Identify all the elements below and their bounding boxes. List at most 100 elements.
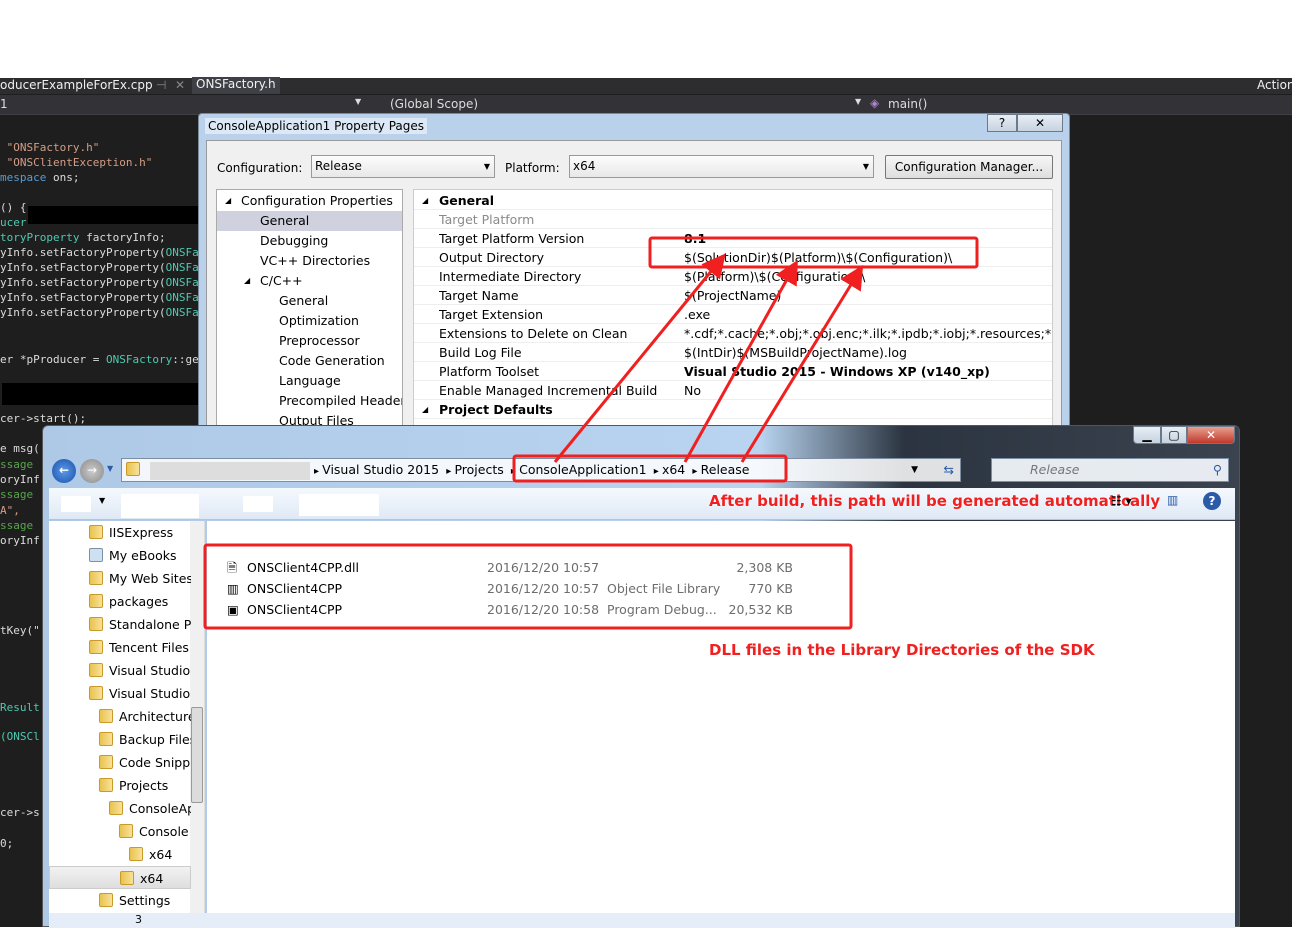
file-row[interactable]: 🗎 ONSClient4CPP.dll 2016/12/20 10:57 2,308 … — [227, 557, 797, 578]
expand-triangle-icon[interactable]: ◢ — [225, 191, 231, 211]
nav-scrollbar[interactable] — [190, 521, 204, 913]
breadcrumb-separator-icon[interactable]: ▸ — [314, 466, 322, 477]
nav-item[interactable]: Projects — [49, 774, 191, 797]
tab-onsfactory-h[interactable]: ONSFactory.h — [192, 77, 280, 94]
search-input[interactable]: Release ⚲ — [991, 458, 1229, 482]
configuration-select[interactable]: Release ▼ — [311, 155, 495, 178]
file-size: 770 KB — [748, 581, 793, 596]
refresh-icon[interactable]: ⇆ — [944, 459, 954, 481]
recent-pages-chevron-icon[interactable]: ▼ — [107, 464, 113, 473]
tree-item[interactable]: ◢ C/C++ — [217, 271, 402, 291]
nav-item[interactable]: Code Snipp — [49, 751, 191, 774]
close-button[interactable]: ✕ — [1017, 114, 1063, 132]
tree-item[interactable]: Precompiled Header — [217, 391, 402, 411]
nav-item[interactable]: ConsoleAp — [49, 797, 191, 820]
nav-item[interactable]: Console — [49, 820, 191, 843]
nav-item[interactable]: My Web Sites — [49, 567, 191, 590]
nav-item[interactable]: Standalone Pr — [49, 613, 191, 636]
breadcrumb-separator-icon[interactable]: ▸ — [651, 466, 662, 477]
file-row[interactable]: ▣ ONSClient4CPP 2016/12/20 10:58 Program De… — [227, 599, 797, 620]
tree-item[interactable]: Optimization — [217, 311, 402, 331]
back-button[interactable]: ← — [52, 459, 76, 483]
file-row[interactable]: ▥ ONSClient4CPP 2016/12/20 10:57 Object Fil… — [227, 578, 797, 599]
nav-item[interactable]: Tencent Files — [49, 636, 191, 659]
property-row[interactable]: Target Extension .exe — [414, 305, 1052, 324]
code-line: ssage — [0, 518, 33, 533]
tree-item[interactable]: General — [217, 211, 402, 231]
breadcrumb-separator-icon[interactable]: ▸ — [508, 466, 519, 477]
breadcrumb-separator-icon[interactable]: ▸ — [443, 466, 454, 477]
tree-item[interactable]: Language — [217, 371, 402, 391]
help-button[interactable]: ? — [987, 114, 1017, 132]
property-value: $(SolutionDir)$(Platform)\$(Configuratio… — [684, 250, 953, 265]
nav-item[interactable]: packages — [49, 590, 191, 613]
close-icon[interactable]: ✕ — [175, 78, 185, 92]
tree-item[interactable]: Debugging — [217, 231, 402, 251]
chevron-down-icon[interactable]: ▼ — [855, 97, 861, 106]
nav-item[interactable]: Visual Studio — [49, 682, 191, 705]
action-label[interactable]: Action — [1257, 78, 1292, 92]
tree-item[interactable]: General — [217, 291, 402, 311]
address-bar[interactable]: ▸ Visual Studio 2015 ▸ Projects ▸ Consol… — [121, 458, 961, 482]
property-row[interactable]: Intermediate Directory $(Platform)\$(Conf… — [414, 267, 1052, 286]
tree-item[interactable]: VC++ Directories — [217, 251, 402, 271]
tree-item[interactable]: Preprocessor — [217, 331, 402, 351]
nav-item-label: packages — [109, 594, 169, 609]
nav-item[interactable]: Architecture — [49, 705, 191, 728]
property-row[interactable]: Platform Toolset Visual Studio 2015 - Win… — [414, 362, 1052, 381]
nav-item[interactable]: My eBooks — [49, 544, 191, 567]
nav-item[interactable]: IISExpress — [49, 521, 191, 544]
breadcrumb-item[interactable]: ConsoleApplication1 — [519, 462, 646, 477]
file-type: Object File Library — [607, 581, 721, 596]
chevron-down-icon[interactable]: ▼ — [911, 459, 918, 481]
project-combo[interactable]: 1 — [0, 97, 8, 111]
help-icon[interactable]: ? — [1203, 492, 1221, 510]
property-row[interactable]: Target Name $(ProjectName) — [414, 286, 1052, 305]
breadcrumb-separator-icon[interactable]: ▸ — [689, 466, 700, 477]
nav-item[interactable]: x64 — [49, 843, 191, 866]
breadcrumb-item[interactable]: Release — [701, 462, 750, 477]
expand-triangle-icon[interactable]: ◢ — [244, 271, 250, 291]
nav-item[interactable]: Backup Files — [49, 728, 191, 751]
scrollbar-thumb[interactable] — [191, 707, 203, 803]
member-combo[interactable]: main() — [888, 97, 927, 111]
maximize-button[interactable]: ▢ — [1161, 426, 1187, 444]
library-file-icon: ▥ — [227, 581, 239, 596]
tree-item[interactable]: ◢ Configuration Properties — [217, 191, 402, 211]
property-row[interactable]: Build Log File $(IntDir)$(MSBuildProjectN… — [414, 343, 1052, 362]
property-row[interactable]: Output Directory $(SolutionDir)$(Platform… — [414, 248, 1052, 267]
new-folder-button[interactable] — [299, 494, 379, 516]
close-button[interactable]: ✕ — [1187, 426, 1235, 444]
minimize-button[interactable]: ▁ — [1133, 426, 1161, 444]
view-options-icon[interactable]: ☷ ▾ — [1111, 494, 1132, 508]
chevron-down-icon[interactable]: ▼ — [355, 97, 361, 106]
breadcrumb-item[interactable]: x64 — [662, 462, 685, 477]
preview-pane-icon[interactable]: ▥ — [1167, 493, 1178, 507]
property-row[interactable]: Enable Managed Incremental Build No — [414, 381, 1052, 400]
breadcrumb-item[interactable]: Projects — [454, 462, 503, 477]
breadcrumb-item[interactable]: Visual Studio 2015 — [322, 462, 439, 477]
grid-section-header[interactable]: ◢ Project Defaults — [414, 400, 1052, 419]
tree-item[interactable]: Code Generation — [217, 351, 402, 371]
property-row[interactable]: Target Platform — [414, 210, 1052, 229]
property-value: $(IntDir)$(MSBuildProjectName).log — [684, 345, 907, 360]
collapse-triangle-icon[interactable]: ◢ — [422, 400, 428, 419]
pin-icon[interactable]: ⊣ — [156, 78, 166, 92]
platform-select[interactable]: x64 ▼ — [569, 155, 874, 178]
tab-producer-cpp[interactable]: oducerExampleForEx.cpp — [0, 78, 153, 92]
collapse-triangle-icon[interactable]: ◢ — [422, 191, 428, 210]
share-with-button[interactable] — [243, 496, 273, 512]
nav-item[interactable]: Settings — [49, 889, 191, 912]
nav-item[interactable]: Visual Studio — [49, 659, 191, 682]
grid-section-header[interactable]: ◢ General — [414, 191, 1052, 210]
property-row[interactable]: Extensions to Delete on Clean *.cdf;*.cac… — [414, 324, 1052, 343]
nav-item[interactable]: x64 — [49, 866, 191, 889]
scope-combo[interactable]: (Global Scope) — [390, 97, 478, 111]
code-token: (ONSCl — [0, 730, 40, 743]
folder-icon — [89, 594, 103, 608]
include-in-library-button[interactable] — [121, 494, 199, 518]
forward-button[interactable]: → — [80, 459, 104, 483]
property-row[interactable]: Target Platform Version 8.1 — [414, 229, 1052, 248]
configuration-manager-button[interactable]: Configuration Manager... — [885, 155, 1053, 179]
organize-button[interactable] — [61, 496, 91, 512]
